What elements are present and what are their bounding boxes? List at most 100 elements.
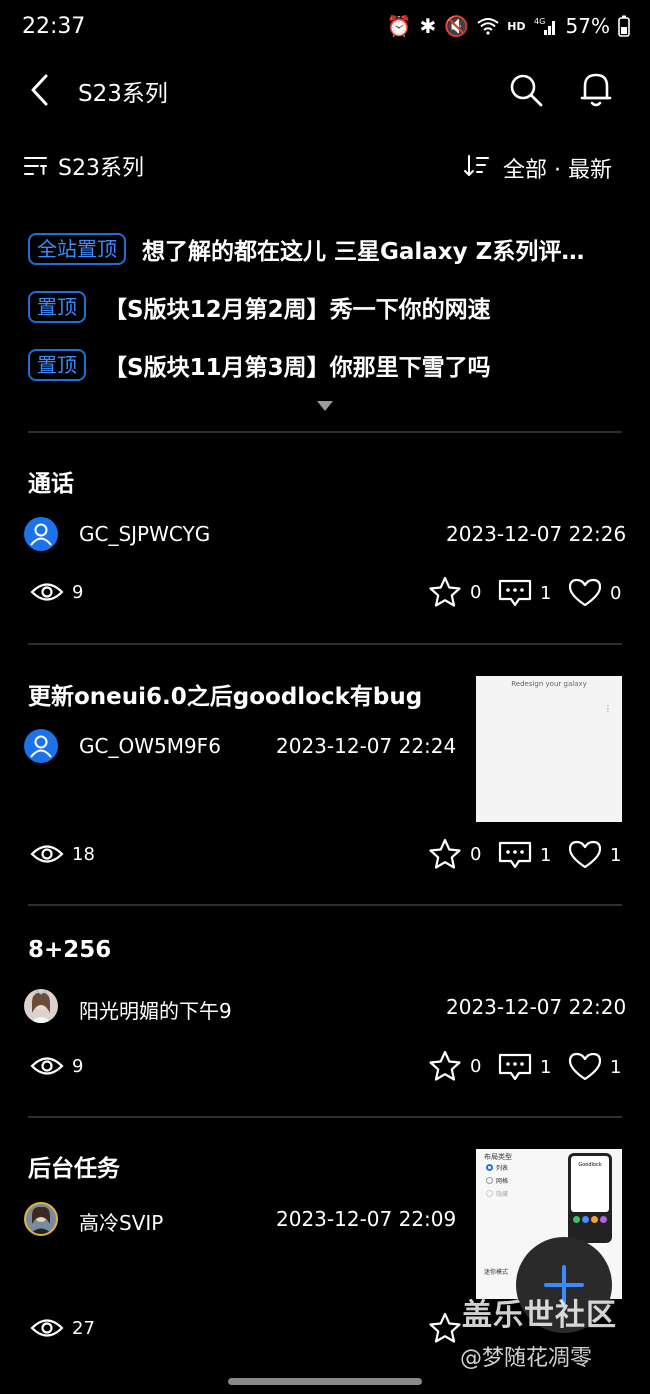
filter-icon[interactable] xyxy=(24,155,48,177)
battery-percent: 57% xyxy=(565,14,610,38)
comment-icon xyxy=(498,579,532,607)
bluetooth-icon: ✱ xyxy=(419,14,437,38)
pinned-post[interactable]: 全站置顶 想了解的都在这儿 三星Galaxy Z系列评… xyxy=(28,232,584,266)
user-photo-icon xyxy=(30,990,52,1023)
thumbnail-option: 列表 网格 隐藏 xyxy=(486,1163,508,1202)
views-count: 9 xyxy=(72,581,84,603)
thumbnail-text: 布局类型 xyxy=(484,1153,512,1161)
comment-count: 1 xyxy=(540,582,552,604)
favorite-count: 0 xyxy=(470,581,482,603)
favorite-button[interactable]: 0 xyxy=(428,1050,481,1082)
star-icon xyxy=(429,1050,461,1081)
like-button[interactable]: 0 xyxy=(568,578,621,608)
divider xyxy=(28,904,622,906)
comment-button[interactable]: 1 xyxy=(498,578,551,608)
favorite-button[interactable] xyxy=(428,1312,462,1344)
post-time: 2023-12-07 22:26 xyxy=(446,522,627,546)
user-name[interactable]: 阳光明媚的下午9 xyxy=(79,995,232,1024)
pinned-title: 【S版块11月第3周】你那里下雪了吗 xyxy=(104,355,491,381)
triangle-down-icon xyxy=(317,401,333,411)
more-icon: ⋮ xyxy=(604,704,612,713)
star-icon xyxy=(429,576,461,607)
favorite-button[interactable]: 0 xyxy=(428,576,481,608)
comment-icon xyxy=(498,1053,532,1081)
heart-icon xyxy=(568,840,602,869)
watermark-author: @梦随花凋零 xyxy=(460,1346,593,1371)
back-arrow-icon xyxy=(31,74,48,106)
board-filter-label[interactable]: S23系列 xyxy=(58,150,144,182)
signal-icon: 4G xyxy=(534,16,558,36)
views-count: 9 xyxy=(72,1055,84,1077)
avatar[interactable] xyxy=(24,1202,58,1236)
divider xyxy=(28,643,622,645)
heart-icon xyxy=(568,578,602,607)
svg-text:4G: 4G xyxy=(534,17,545,26)
post-title[interactable]: 8+256 xyxy=(28,937,111,963)
post-title[interactable]: 通话 xyxy=(28,464,74,498)
expand-pinned-button[interactable] xyxy=(316,400,334,412)
notification-button[interactable] xyxy=(578,70,614,108)
back-button[interactable] xyxy=(26,72,56,108)
status-time: 22:37 xyxy=(22,14,86,39)
avatar[interactable] xyxy=(24,989,58,1023)
user-name[interactable]: GC_OW5M9F6 xyxy=(79,734,221,758)
thumbnail-caption: Redesign your galaxy xyxy=(511,680,587,688)
default-user-icon xyxy=(30,735,52,758)
views-count: 18 xyxy=(72,843,95,865)
favorite-count: 0 xyxy=(470,1055,482,1077)
like-count: 0 xyxy=(610,582,622,604)
eye-icon xyxy=(30,1057,64,1075)
post-title[interactable]: 更新oneui6.0之后goodlock有bug xyxy=(28,677,422,711)
mute-icon: 🔇 xyxy=(444,14,470,38)
comment-count: 1 xyxy=(540,844,552,866)
post-time: 2023-12-07 22:09 xyxy=(276,1207,457,1231)
views-stat: 9 xyxy=(30,580,83,604)
comment-button[interactable]: 1 xyxy=(498,1052,551,1082)
pin-tag: 置顶 xyxy=(28,349,86,381)
pinned-title: 想了解的都在这儿 三星Galaxy Z系列评… xyxy=(142,239,585,265)
like-button[interactable]: 1 xyxy=(568,840,621,870)
pinned-title: 【S版块12月第2周】秀一下你的网速 xyxy=(104,297,491,323)
thumbnail-phone: Goodlock xyxy=(568,1153,612,1243)
sort-icon[interactable] xyxy=(464,154,490,178)
views-count: 27 xyxy=(72,1317,95,1339)
wifi-icon xyxy=(477,17,499,35)
divider xyxy=(28,1116,622,1118)
thumbnail-text: 列表 xyxy=(496,1165,509,1172)
user-name[interactable]: 高冷SVIP xyxy=(79,1207,163,1236)
views-stat: 9 xyxy=(30,1054,83,1078)
pin-tag: 置顶 xyxy=(28,291,86,323)
home-indicator[interactable] xyxy=(228,1378,422,1385)
sort-selector[interactable]: 全部 · 最新 xyxy=(503,152,612,184)
pinned-post[interactable]: 置顶 【S版块11月第3周】你那里下雪了吗 xyxy=(28,348,491,382)
post-title[interactable]: 后台任务 xyxy=(28,1149,120,1183)
avatar[interactable] xyxy=(24,729,58,763)
star-icon xyxy=(429,838,461,869)
alarm-icon: ⏰ xyxy=(386,14,412,38)
comment-icon xyxy=(498,841,532,869)
avatar[interactable] xyxy=(24,517,58,551)
pinned-post[interactable]: 置顶 【S版块12月第2周】秀一下你的网速 xyxy=(28,290,491,324)
watermark-logo-text: 盖乐世社区 xyxy=(462,1298,617,1333)
eye-icon xyxy=(30,845,64,863)
like-button[interactable]: 1 xyxy=(568,1052,621,1082)
user-name[interactable]: GC_SJPWCYG xyxy=(79,522,210,546)
eye-icon xyxy=(30,1319,64,1337)
thumbnail-text: 迷你模式 xyxy=(484,1269,509,1276)
favorite-count: 0 xyxy=(470,843,482,865)
heart-icon xyxy=(568,1052,602,1081)
post-thumbnail[interactable]: Redesign your galaxy ⋮ xyxy=(476,676,622,822)
divider xyxy=(28,431,622,433)
star-icon xyxy=(429,1312,461,1343)
hd-label: HD xyxy=(507,19,526,33)
views-stat: 27 xyxy=(30,1316,95,1340)
bell-icon xyxy=(580,73,612,107)
favorite-button[interactable]: 0 xyxy=(428,838,481,870)
search-icon xyxy=(510,74,543,107)
like-count: 1 xyxy=(610,844,622,866)
thumbnail-text: 网格 xyxy=(496,1178,509,1185)
search-button[interactable] xyxy=(508,72,544,108)
comment-button[interactable]: 1 xyxy=(498,840,551,870)
page-title: S23系列 xyxy=(78,81,168,107)
user-photo-icon xyxy=(26,1204,56,1234)
